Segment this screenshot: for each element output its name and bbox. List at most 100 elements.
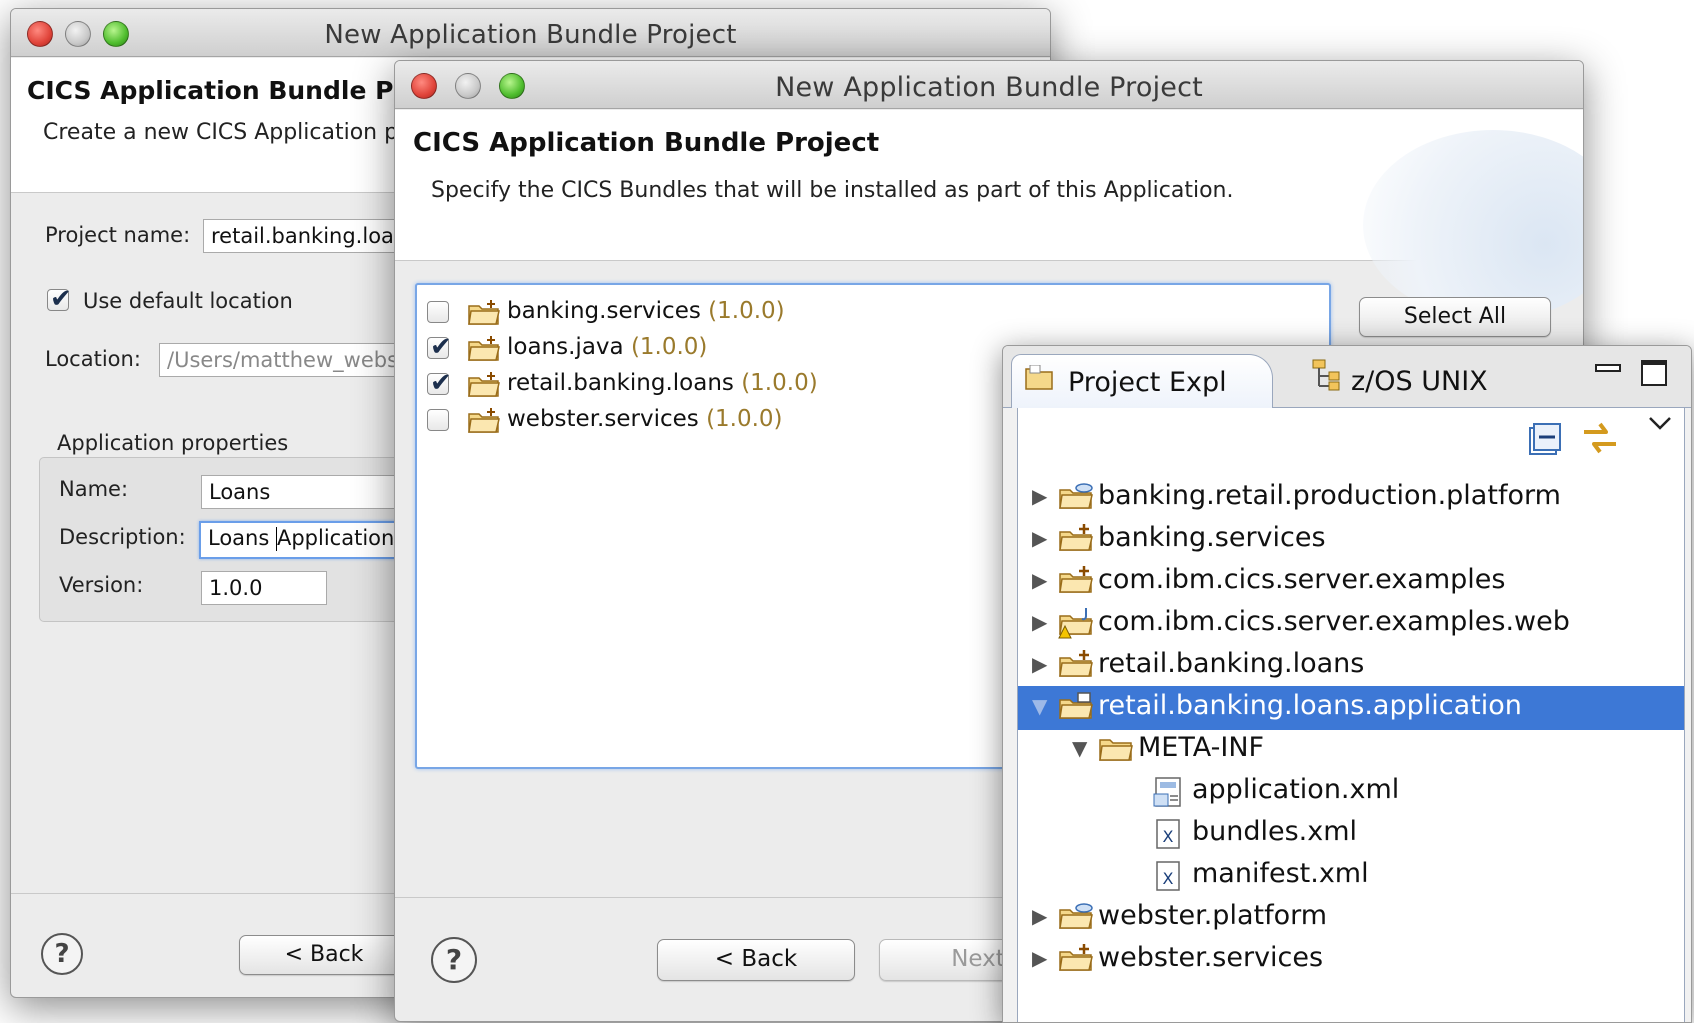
bundle-version: (1.0.0) [708, 298, 785, 324]
collapse-all-icon[interactable] [1528, 422, 1562, 456]
folder-icon [1025, 365, 1053, 390]
platform-project-icon [1059, 903, 1093, 929]
tree-item[interactable]: ▶ com.ibm.cics.server.examples [1018, 560, 1684, 604]
bundle-version: (1.0.0) [630, 334, 708, 360]
bundle-checkbox[interactable]: ✔ [427, 368, 452, 398]
description-text-before-cursor: Loans [208, 526, 276, 550]
bundle-version: (1.0.0) [706, 406, 783, 432]
help-icon[interactable]: ? [431, 937, 477, 983]
front-header-description: Specify the CICS Bundles that will be in… [431, 178, 1234, 203]
bundle-name: webster.services [507, 406, 699, 432]
bundle-version: (1.0.0) [741, 370, 818, 396]
back-window-titlebar[interactable]: New Application Bundle Project [11, 9, 1050, 57]
xml-file-icon: X [1156, 819, 1180, 849]
expanded-arrow-icon[interactable]: ▼ [1032, 694, 1047, 718]
tree-item-label: application.xml [1192, 774, 1400, 805]
bundle-row[interactable]: banking.services (1.0.0) [417, 295, 1317, 331]
bundle-name: retail.banking.loans [507, 370, 734, 396]
bundle-name: loans.java [507, 334, 624, 360]
tree-item[interactable]: ▶ com.ibm.cics.server.examples.web [1018, 602, 1684, 646]
expanded-arrow-icon[interactable]: ▼ [1072, 736, 1087, 760]
tree-icon [1312, 359, 1340, 391]
collapsed-arrow-icon[interactable]: ▶ [1032, 568, 1047, 592]
explorer-tab-strip: Project Expl z/OS UNIX [1003, 346, 1691, 408]
bundle-checkbox[interactable]: ✔ [427, 332, 452, 362]
tab-zos-unix-label: z/OS UNIX [1351, 366, 1488, 397]
collapsed-arrow-icon[interactable]: ▶ [1032, 904, 1047, 928]
bundle-project-icon [1059, 566, 1093, 593]
maximize-view-icon[interactable] [1641, 360, 1667, 386]
bundle-project-icon [468, 408, 500, 433]
bundle-name: banking.services [507, 298, 701, 324]
bundle-checkbox[interactable] [427, 301, 449, 323]
link-with-editor-icon[interactable] [1580, 418, 1620, 458]
tab-project-explorer[interactable]: Project Expl [1011, 354, 1273, 408]
tree-item-label: webster.services [1098, 942, 1324, 973]
tab-zos-unix[interactable]: z/OS UNIX [1303, 354, 1503, 408]
tree-item[interactable]: ▶ webster.platform [1018, 896, 1684, 940]
bundle-label: banking.services (1.0.0) [507, 298, 785, 324]
tree-item-label: retail.banking.loans [1098, 648, 1365, 679]
collapsed-arrow-icon[interactable]: ▶ [1032, 526, 1047, 550]
project-name-label: Project name: [45, 223, 191, 247]
tree-item-label: com.ibm.cics.server.examples.web [1098, 606, 1570, 637]
description-text-after-cursor: Application [276, 526, 395, 550]
minimize-view-icon[interactable] [1595, 364, 1621, 372]
collapsed-arrow-icon[interactable]: ▶ [1032, 652, 1047, 676]
tree-item[interactable]: ▼ retail.banking.loans.application [1018, 686, 1684, 730]
back-button[interactable]: < Back [239, 935, 409, 975]
tree-item[interactable]: application.xml [1018, 770, 1684, 814]
svg-text:X: X [1163, 827, 1174, 846]
checkmark-icon: ✔ [430, 332, 452, 362]
application-project-icon [1059, 692, 1093, 719]
bundle-checkbox[interactable] [427, 409, 449, 431]
platform-project-icon [1059, 483, 1093, 509]
project-explorer-view: Project Expl z/OS UNIX ▶ banking.retail.p… [1002, 345, 1692, 1023]
tree-item[interactable]: ▶ webster.services [1018, 938, 1684, 982]
checkmark-icon: ✔ [50, 284, 72, 314]
application-properties-group-label: Application properties [57, 431, 289, 455]
tree-rows: ▶ banking.retail.production.platform ▶ bank… [1018, 480, 1684, 1022]
front-window-titlebar[interactable]: New Application Bundle Project [395, 61, 1583, 109]
version-field[interactable]: 1.0.0 [201, 571, 327, 605]
tree-item[interactable]: ▶ banking.retail.production.platform [1018, 476, 1684, 520]
bundle-project-icon [1059, 944, 1093, 971]
tree-item-label: bundles.xml [1192, 816, 1358, 847]
help-icon[interactable]: ? [41, 933, 83, 975]
tree-item-label: retail.banking.loans.application [1098, 690, 1522, 721]
tree-item[interactable]: ▶ retail.banking.loans [1018, 644, 1684, 688]
bundle-project-icon [468, 300, 500, 325]
explorer-toolbar [1018, 408, 1684, 470]
bundle-label: webster.services (1.0.0) [507, 406, 783, 432]
collapsed-arrow-icon[interactable]: ▶ [1032, 610, 1047, 634]
tree-item[interactable]: ▶ banking.services [1018, 518, 1684, 562]
tree-item-label: banking.services [1098, 522, 1326, 553]
bundle-project-icon [468, 372, 500, 397]
collapsed-arrow-icon[interactable]: ▶ [1032, 946, 1047, 970]
application-xml-icon [1153, 777, 1181, 807]
tree-item[interactable]: ▼ META-INF [1018, 728, 1684, 772]
select-all-button[interactable]: Select All [1359, 297, 1551, 337]
front-header-title: CICS Application Bundle Project [413, 128, 880, 158]
name-label: Name: [59, 477, 129, 501]
tree-item[interactable]: Xbundles.xml [1018, 812, 1684, 856]
bundle-project-icon [1059, 650, 1093, 677]
tree-item-label: META-INF [1138, 732, 1265, 763]
tree-item[interactable]: Xmanifest.xml [1018, 854, 1684, 898]
tree-item-label: manifest.xml [1192, 858, 1369, 889]
header-decoration [1363, 130, 1583, 320]
back-window-title: New Application Bundle Project [324, 20, 737, 50]
location-label: Location: [45, 347, 141, 371]
chevron-down-icon[interactable] [1648, 416, 1672, 432]
collapsed-arrow-icon[interactable]: ▶ [1032, 484, 1047, 508]
tree-item-label: com.ibm.cics.server.examples [1098, 564, 1506, 595]
checkmark-icon: ✔ [430, 368, 452, 398]
use-default-location-label: Use default location [83, 289, 293, 313]
folder-icon [1099, 739, 1133, 761]
tree-item-label: banking.retail.production.platform [1098, 480, 1561, 511]
use-default-location-checkbox[interactable]: ✔ [47, 284, 72, 314]
front-window-header: CICS Application Bundle Project Specify … [395, 110, 1583, 320]
bundle-label: retail.banking.loans (1.0.0) [507, 370, 818, 396]
back-button[interactable]: < Back [657, 939, 855, 981]
version-label: Version: [59, 573, 144, 597]
